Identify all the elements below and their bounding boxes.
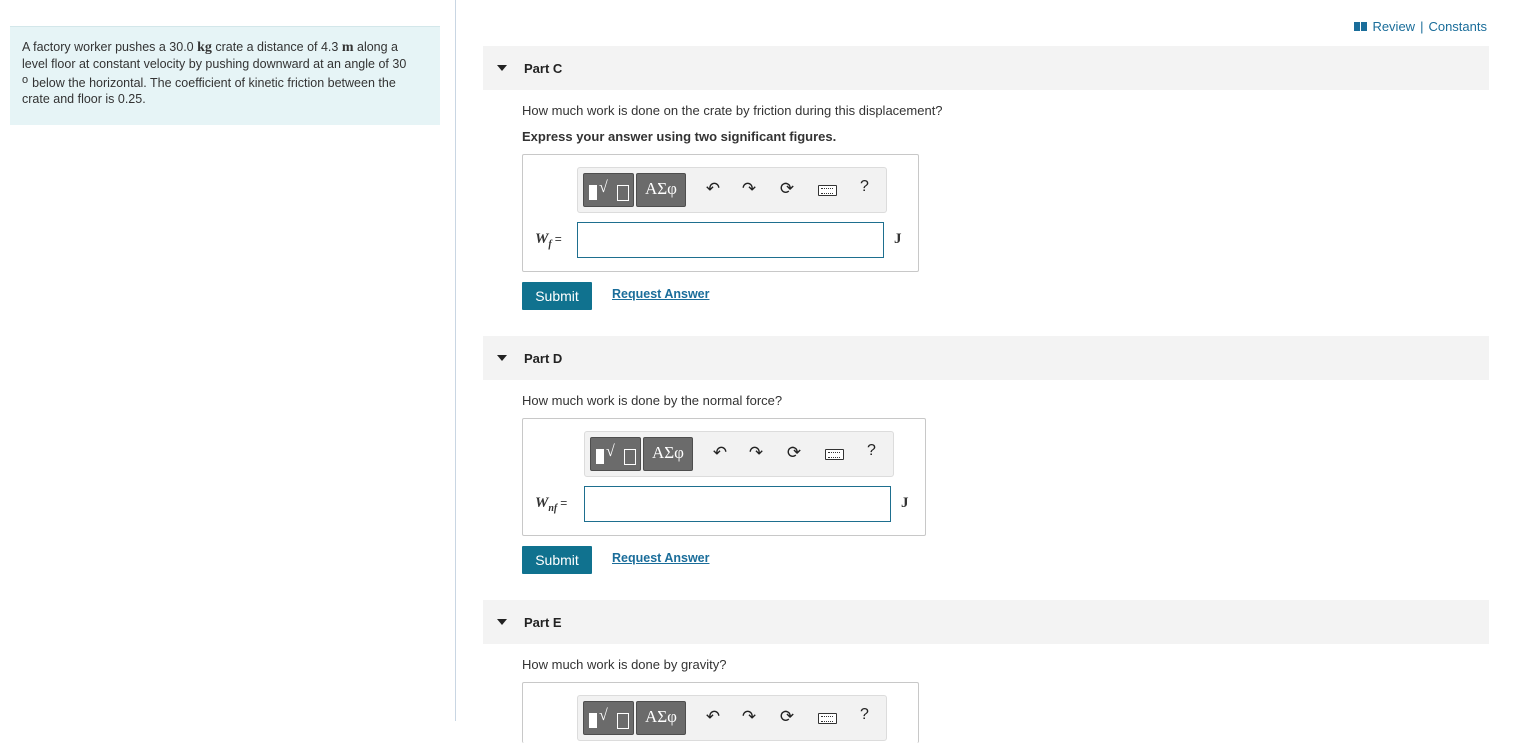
keyboard-icon[interactable]	[825, 449, 844, 460]
distance-unit: m	[341, 40, 354, 55]
constants-link[interactable]: Constants	[1428, 19, 1487, 34]
keyboard-icon[interactable]	[818, 713, 837, 724]
keyboard-icon[interactable]	[818, 185, 837, 196]
collapse-triangle-icon[interactable]	[497, 355, 507, 361]
part-c-submit-button[interactable]: Submit	[522, 282, 592, 310]
collapse-triangle-icon[interactable]	[497, 65, 507, 71]
math-toolbar: √ ΑΣφ ↶ ↷ ⟳ ?	[584, 431, 894, 477]
part-c-header[interactable]: Part C	[483, 46, 1489, 90]
undo-icon[interactable]: ↶	[702, 177, 724, 201]
greek-symbols-button[interactable]: ΑΣφ	[636, 173, 686, 207]
part-d-header[interactable]: Part D	[483, 336, 1489, 380]
friction-work-input[interactable]	[577, 222, 884, 258]
part-d-request-answer-link[interactable]: Request Answer	[612, 551, 709, 565]
review-constants-links: Review | Constants	[1354, 19, 1487, 34]
separator: |	[1420, 19, 1424, 34]
answer-variable-label: Wf =	[535, 231, 562, 250]
radical-icon: √	[599, 707, 608, 724]
review-link[interactable]: Review	[1372, 19, 1415, 34]
problem-statement: A factory worker pushes a 30.0 kg crate …	[10, 26, 440, 125]
reset-icon[interactable]: ⟳	[776, 177, 798, 201]
redo-icon[interactable]: ↷	[738, 177, 760, 201]
part-label: Part C	[524, 60, 563, 76]
radical-icon: √	[599, 179, 608, 196]
unit-label: J	[901, 495, 909, 511]
normal-work-input[interactable]	[584, 486, 891, 522]
part-label: Part D	[524, 350, 563, 366]
math-toolbar: √ ΑΣφ ↶ ↷ ⟳ ?	[577, 695, 887, 741]
book-icon	[1354, 22, 1368, 31]
help-icon[interactable]: ?	[860, 706, 869, 724]
part-c-request-answer-link[interactable]: Request Answer	[612, 287, 709, 301]
templates-button[interactable]: √	[583, 173, 634, 207]
degree-symbol: o	[22, 74, 29, 86]
greek-symbols-button[interactable]: ΑΣφ	[643, 437, 693, 471]
part-d-submit-button[interactable]: Submit	[522, 546, 592, 574]
mass-unit: kg	[197, 40, 212, 55]
part-c-question: How much work is done on the crate by fr…	[522, 103, 943, 118]
undo-icon[interactable]: ↶	[702, 705, 724, 729]
problem-text: A factory worker pushes a 30.0	[22, 40, 198, 54]
problem-text: below the horizontal. The coefficient of…	[22, 76, 396, 106]
redo-icon[interactable]: ↷	[745, 441, 767, 465]
redo-icon[interactable]: ↷	[738, 705, 760, 729]
part-label: Part E	[524, 614, 562, 630]
part-e-question: How much work is done by gravity?	[522, 657, 727, 672]
undo-icon[interactable]: ↶	[709, 441, 731, 465]
part-e-answer-box: √ ΑΣφ ↶ ↷ ⟳ ?	[522, 682, 919, 743]
help-icon[interactable]: ?	[860, 178, 869, 196]
unit-label: J	[894, 231, 902, 247]
problem-text: crate a distance of 4.3	[211, 40, 342, 54]
left-column: A factory worker pushes a 30.0 kg crate …	[0, 0, 456, 721]
greek-symbols-button[interactable]: ΑΣφ	[636, 701, 686, 735]
collapse-triangle-icon[interactable]	[497, 619, 507, 625]
part-c-instruction: Express your answer using two significan…	[522, 129, 837, 144]
help-icon[interactable]: ?	[867, 442, 876, 460]
reset-icon[interactable]: ⟳	[776, 705, 798, 729]
part-c-answer-box: √ ΑΣφ ↶ ↷ ⟳ ? Wf = J	[522, 154, 919, 272]
templates-button[interactable]: √	[590, 437, 641, 471]
reset-icon[interactable]: ⟳	[783, 441, 805, 465]
part-e-header[interactable]: Part E	[483, 600, 1489, 644]
answer-variable-label: Wnf =	[535, 495, 568, 514]
part-d-question: How much work is done by the normal forc…	[522, 393, 783, 408]
math-toolbar: √ ΑΣφ ↶ ↷ ⟳ ?	[577, 167, 887, 213]
templates-button[interactable]: √	[583, 701, 634, 735]
radical-icon: √	[606, 443, 615, 460]
part-d-answer-box: √ ΑΣφ ↶ ↷ ⟳ ? Wnf = J	[522, 418, 926, 536]
